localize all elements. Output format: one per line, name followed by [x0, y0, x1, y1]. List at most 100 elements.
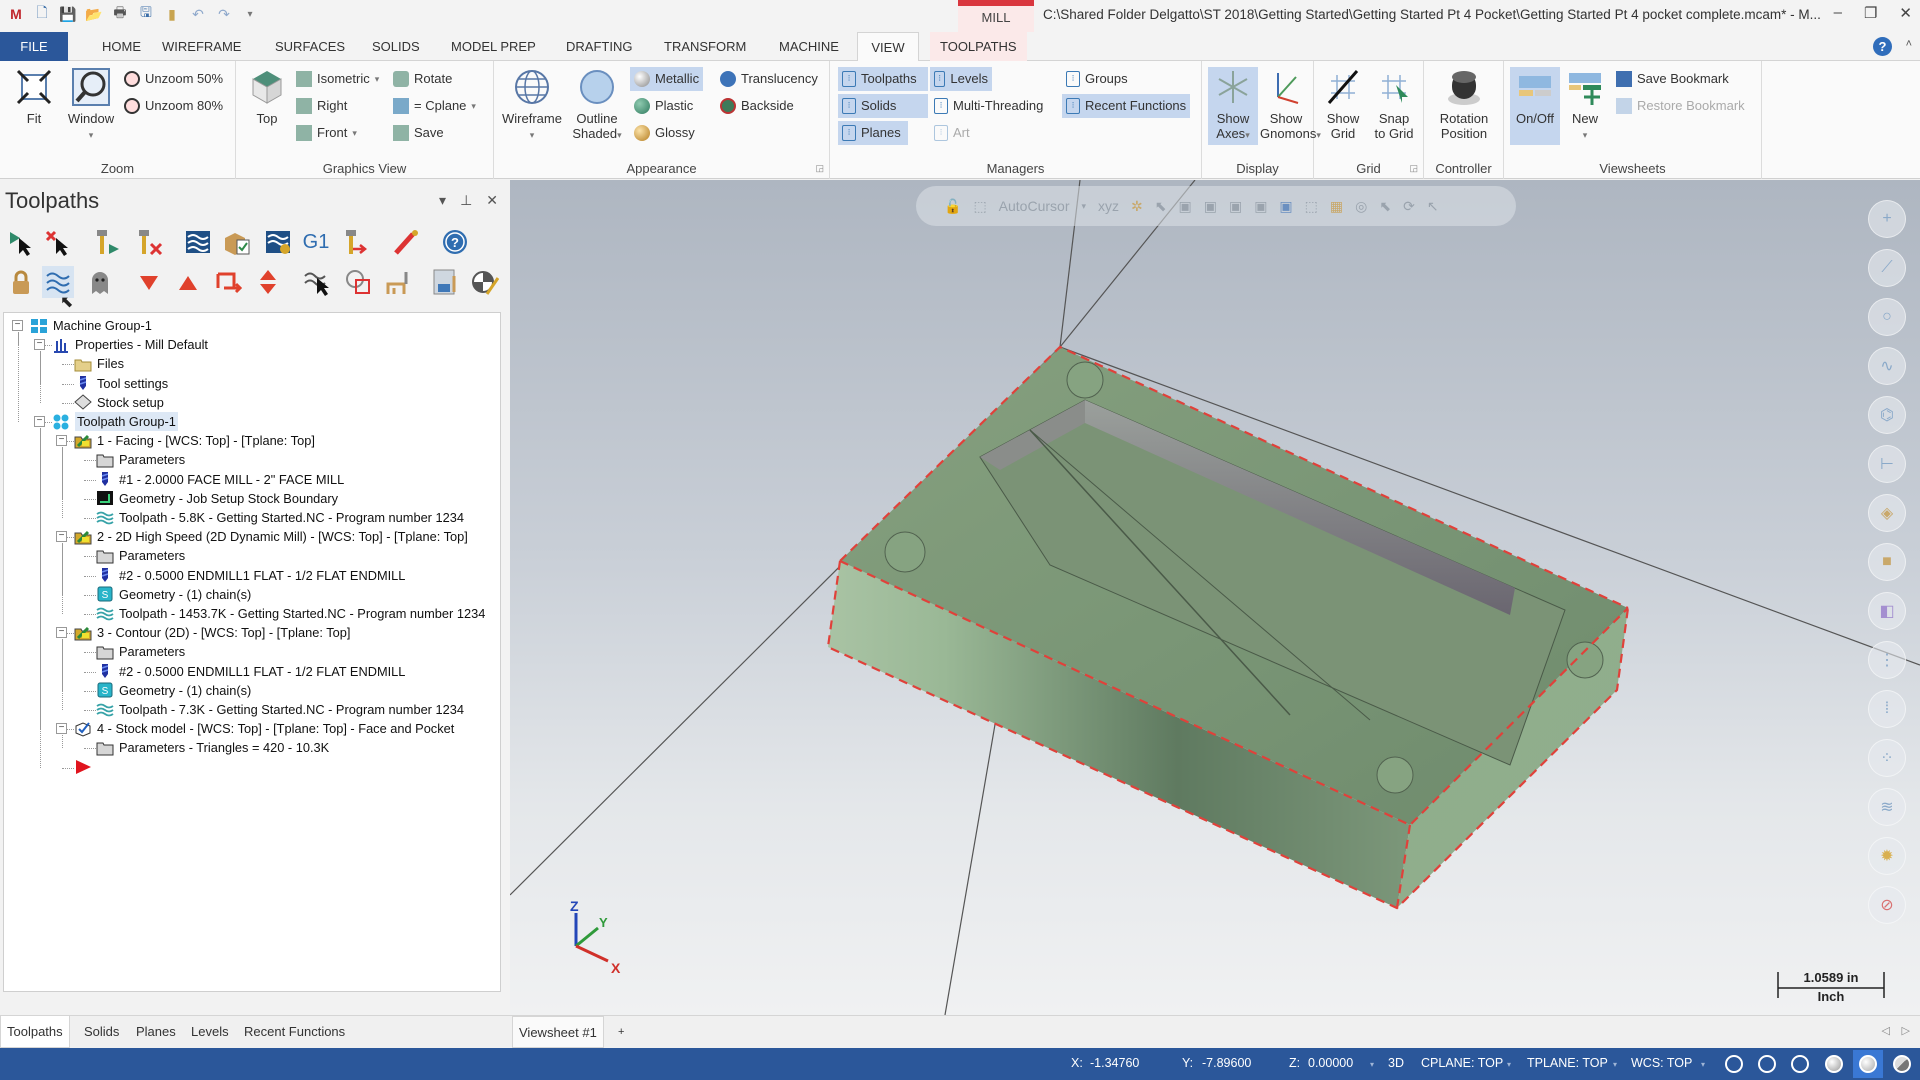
tab-view[interactable]: VIEW	[857, 32, 919, 62]
collapse-toggle[interactable]: −	[56, 723, 67, 735]
tree-node[interactable]: Machine Group-1	[30, 316, 152, 335]
only-display-selected-icon[interactable]	[301, 266, 333, 298]
recent-functions-manager-toggle[interactable]: ⁝ Recent Functions	[1062, 94, 1191, 118]
show-grid-button[interactable]: Show Grid	[1318, 67, 1368, 141]
tree-node[interactable]: Toolpath - 5.8K - Getting Started.NC - P…	[96, 508, 464, 527]
plastic-display-icon[interactable]	[1825, 1055, 1843, 1073]
toolpaths-manager-toggle[interactable]: ⁝ Toolpaths	[838, 67, 928, 91]
tree-node[interactable]: S Geometry - (1) chain(s)	[96, 585, 251, 604]
tool-plane-icon[interactable]	[382, 266, 414, 298]
cplane-status[interactable]: CPLANE: TOP	[1421, 1056, 1503, 1070]
groups-manager-toggle[interactable]: ⁝ Groups	[1062, 67, 1132, 91]
redo-icon[interactable]: ↷	[214, 4, 234, 24]
tree-node[interactable]: Parameters - Triangles = 420 - 10.3K	[96, 738, 329, 757]
multithreading-manager-toggle[interactable]: ⁝ Multi-Threading	[930, 94, 1047, 118]
tree-node[interactable]: Toolpath - 7.3K - Getting Started.NC - P…	[96, 700, 464, 719]
collapse-toggle[interactable]: −	[34, 339, 45, 351]
gear-icon[interactable]: ✲	[1131, 198, 1143, 215]
collapse-toggle[interactable]: −	[56, 627, 67, 639]
tree-node[interactable]: 4 - Stock model - [WCS: Top] - [Tplane: …	[74, 719, 454, 738]
add-icon[interactable]: +	[1868, 200, 1906, 238]
equals-cplane-button[interactable]: = Cplane ▾	[389, 94, 480, 118]
tab-surfaces[interactable]: SURFACES	[265, 32, 355, 61]
minimize-icon[interactable]: –	[1834, 4, 1842, 22]
fit-button[interactable]: Fit	[6, 67, 62, 126]
tree-node[interactable]: Toolpath - 1453.7K - Getting Started.NC …	[96, 604, 485, 623]
select-back-icon[interactable]: ▣	[1279, 198, 1292, 215]
save-bookmark-button[interactable]: Save Bookmark	[1612, 67, 1733, 91]
bottom-tab-solids[interactable]: Solids	[78, 1016, 125, 1048]
face-select-icon[interactable]: ▣	[1204, 198, 1217, 215]
window-zoom-button[interactable]: Window ▾	[60, 67, 122, 143]
select-all-operations-icon[interactable]	[5, 226, 37, 258]
bottom-tab-planes[interactable]: Planes	[130, 1016, 182, 1048]
tab-file[interactable]: FILE	[0, 32, 68, 61]
simulate-icon[interactable]	[262, 226, 294, 258]
collapse-toggle[interactable]: −	[34, 416, 45, 427]
collapse-toggle[interactable]: −	[56, 531, 67, 543]
restore-bookmark-button[interactable]: Restore Bookmark	[1612, 94, 1749, 118]
dialog-launcher-icon[interactable]: ◲	[1409, 163, 1418, 174]
autocursor-icon[interactable]: ⬚	[973, 198, 986, 215]
collapse-ribbon-icon[interactable]: ˄	[1906, 38, 1912, 50]
lock-icon[interactable]	[5, 266, 37, 298]
new-viewsheet-button[interactable]: New ▾	[1562, 67, 1608, 143]
unzoom-50-button[interactable]: Unzoom 50%	[120, 67, 227, 91]
outline-shaded-button[interactable]: Outline Shaded▾	[566, 67, 628, 143]
add-viewsheet-button[interactable]: +	[612, 1016, 630, 1048]
autocursor-dropdown[interactable]: AutoCursor	[999, 198, 1070, 214]
spline-icon[interactable]: ∿	[1868, 347, 1906, 385]
wcs-status[interactable]: WCS: TOP	[1631, 1056, 1692, 1070]
unselect-icon[interactable]: ↖	[1427, 198, 1439, 215]
backplot-icon[interactable]	[182, 226, 214, 258]
dimension-icon[interactable]: ⊢	[1868, 445, 1906, 483]
translucency-button[interactable]: Translucency	[716, 67, 822, 91]
stock-model[interactable]	[826, 345, 1630, 910]
customize-icon[interactable]: ▾	[240, 4, 260, 24]
bottom-tab-levels[interactable]: Levels	[185, 1016, 235, 1048]
verify-icon[interactable]	[221, 226, 253, 258]
point-entry-icon[interactable]: xyz	[1098, 198, 1119, 214]
tree-node[interactable]: Parameters	[96, 450, 185, 469]
dropdown-icon[interactable]: ▾	[1701, 1060, 1705, 1069]
tab-toolpaths[interactable]: TOOLPATHS	[930, 32, 1027, 61]
line-icon[interactable]: ⟋	[1868, 249, 1906, 287]
metallic-button[interactable]: Metallic	[630, 67, 704, 91]
tree-node[interactable]: Properties - Mill Default	[52, 335, 208, 354]
highfeed-icon[interactable]	[389, 226, 421, 258]
top-view-button[interactable]: Top	[244, 67, 290, 126]
settings-icon[interactable]: ✹	[1868, 837, 1906, 875]
collapse-toggle[interactable]: −	[56, 435, 67, 447]
tplane-status[interactable]: TPLANE: TOP	[1527, 1056, 1608, 1070]
close-icon[interactable]: ✕	[1899, 4, 1912, 22]
viewsheet-tab-1[interactable]: Viewsheet #1	[512, 1016, 604, 1048]
grid-select-icon[interactable]: ▦	[1330, 198, 1343, 215]
graphics-viewport[interactable]: Z Y X 🔓 ⬚ AutoCursor ▾ xyz ✲ ⬉ ▣ ▣ ▣ ▣ ▣…	[510, 180, 1920, 1015]
layers-icon[interactable]: ≋	[1868, 788, 1906, 826]
metallic-display-icon[interactable]	[1859, 1055, 1877, 1073]
regenerate-dirty-icon[interactable]	[133, 226, 165, 258]
view-options-icon[interactable]	[469, 266, 501, 298]
scroll-insert-icon[interactable]	[252, 266, 284, 298]
panel-menu-icon[interactable]: ▾	[439, 192, 446, 209]
tree-node[interactable]: Parameters	[96, 546, 185, 565]
collapse-toggle[interactable]: −	[12, 320, 23, 331]
transform-icon[interactable]: ◧	[1868, 592, 1906, 630]
tree-node[interactable]: Toolpath Group-1	[52, 412, 178, 431]
tree-node[interactable]: Tool settings	[74, 374, 168, 393]
loop-select-icon[interactable]: ▣	[1254, 198, 1267, 215]
tab-machine[interactable]: MACHINE	[769, 32, 849, 61]
art-manager-toggle[interactable]: ⁝ Art	[930, 121, 974, 145]
body-select-icon[interactable]: ▣	[1229, 198, 1242, 215]
circle-icon[interactable]: ○	[1868, 298, 1906, 336]
viewsheets-on-off-button[interactable]: On/Off	[1510, 67, 1560, 145]
right-view-button[interactable]: Right	[292, 94, 351, 118]
planes-manager-toggle[interactable]: ⁝ Planes	[838, 121, 908, 145]
dropdown-icon[interactable]: ▾	[1507, 1060, 1511, 1069]
tab-transform[interactable]: TRANSFORM	[654, 32, 756, 61]
tree-node[interactable]: 3 - Contour (2D) - [WCS: Top] - [Tplane:…	[74, 623, 350, 642]
rotate-button[interactable]: Rotate	[389, 67, 456, 91]
scroll-left-icon[interactable]: ◁	[1882, 1024, 1890, 1037]
select-all-dirty-operations-icon[interactable]	[42, 226, 74, 258]
solid-select-icon[interactable]: ▣	[1178, 198, 1191, 215]
